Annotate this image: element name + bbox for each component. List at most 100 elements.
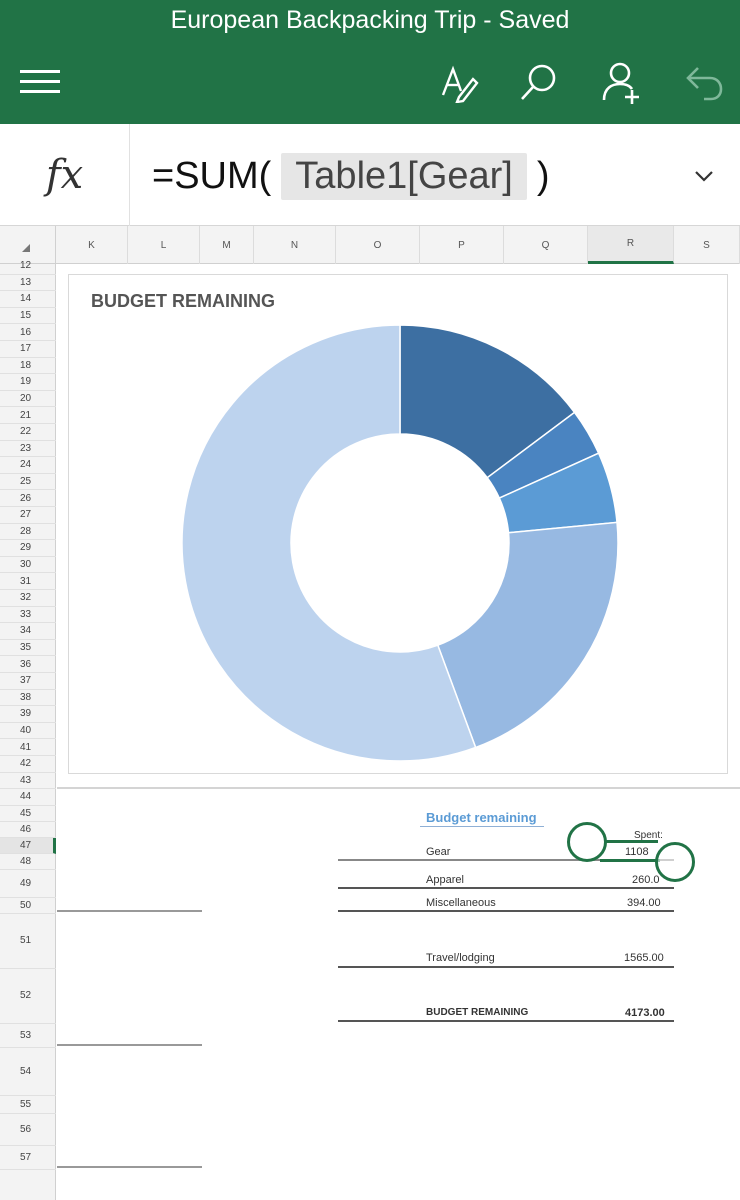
draw-button[interactable] [434,58,482,106]
undo-button[interactable] [680,58,728,106]
row-header-18[interactable]: 18 [0,358,56,375]
chart-bottom-divider [57,787,740,789]
expand-formula-button[interactable] [688,160,720,192]
row-border [338,910,674,912]
cell-border [57,910,202,912]
row-header-19[interactable]: 19 [0,374,56,391]
table-total-value[interactable]: 4173.00 [625,1007,665,1019]
row-header-35[interactable]: 35 [0,640,56,657]
add-person-icon [602,62,639,104]
row-header-12[interactable]: 12 [0,258,56,275]
donut-chart[interactable]: BUDGET REMAINING [68,274,728,774]
table-row-value[interactable]: 1108 [625,846,649,858]
selection-end-handle[interactable] [655,842,695,882]
row-header-36[interactable]: 36 [0,656,56,673]
table-total-label[interactable]: BUDGET REMAINING [426,1007,528,1018]
row-header-52[interactable]: 52 [0,969,56,1024]
column-header-M[interactable]: M [200,226,254,264]
formula-input[interactable]: =SUM( Table1[Gear] ) [152,146,550,206]
row-header-46[interactable]: 46 [0,822,56,838]
row-header-57[interactable]: 57 [0,1146,56,1170]
selection-top-edge [606,840,658,843]
column-header-R[interactable]: R [588,226,674,264]
row-header-27[interactable]: 27 [0,507,56,524]
row-header-33[interactable]: 33 [0,607,56,624]
row-header-14[interactable]: 14 [0,291,56,308]
selection-bottom-edge [600,859,660,862]
row-header-20[interactable]: 20 [0,391,56,408]
column-header-O[interactable]: O [336,226,420,264]
function-icon[interactable]: fx [0,124,130,226]
formula-prefix: =SUM( [152,154,272,197]
table-row-label[interactable]: Apparel [426,874,464,886]
row-header-43[interactable]: 43 [0,773,56,790]
row-header-34[interactable]: 34 [0,623,56,640]
row-header-39[interactable]: 39 [0,706,56,723]
column-header-S[interactable]: S [674,226,740,264]
table-row-label[interactable]: Miscellaneous [426,897,496,909]
row-header-26[interactable]: 26 [0,490,56,507]
search-icon [521,64,556,100]
row-border [338,887,674,889]
column-header-Q[interactable]: Q [504,226,588,264]
column-header-N[interactable]: N [254,226,336,264]
column-header-P[interactable]: P [420,226,504,264]
row-header-30[interactable]: 30 [0,557,56,574]
row-header-22[interactable]: 22 [0,424,56,441]
row-header-15[interactable]: 15 [0,308,56,325]
row-header-44[interactable]: 44 [0,789,56,806]
row-header-32[interactable]: 32 [0,590,56,607]
chevron-down-icon [695,171,713,182]
column-headers: KLMNOPQRS [0,226,740,264]
document-title: European Backpacking Trip - Saved [170,6,570,34]
menu-button[interactable] [16,58,64,106]
row-header-25[interactable]: 25 [0,474,56,491]
selection-start-handle[interactable] [567,822,607,862]
row-header-13[interactable]: 13 [0,275,56,292]
row-header-28[interactable]: 28 [0,524,56,541]
row-headers: 12 13 14 15 16 17 18 19 20 21 22 23 24 25 26 27 28 29 30 31… [0,260,56,1200]
column-header-L[interactable]: L [128,226,200,264]
chart-plot [181,324,619,762]
hamburger-menu-icon [20,70,60,93]
share-button[interactable] [598,58,646,106]
table-row-value[interactable]: 1565.00 [624,952,664,964]
table-row-value[interactable]: 260.0 [632,874,660,886]
table-row-label[interactable]: Gear [426,846,450,858]
row-header-48[interactable]: 48 [0,854,56,870]
table-title: Budget remaining [426,810,537,825]
row-header-55[interactable]: 55 [0,1096,56,1114]
row-header-54[interactable]: 54 [0,1048,56,1096]
row-header-41[interactable]: 41 [0,739,56,756]
row-header-38[interactable]: 38 [0,690,56,707]
row-header-31[interactable]: 31 [0,573,56,590]
row-header-17[interactable]: 17 [0,341,56,358]
row-header-23[interactable]: 23 [0,441,56,458]
row-header-47[interactable]: 47 [0,837,56,854]
row-header-49[interactable]: 49 [0,870,56,898]
row-header-24[interactable]: 24 [0,457,56,474]
column-header-K[interactable]: K [56,226,128,264]
row-header-56[interactable]: 56 [0,1114,56,1146]
undo-icon [686,67,723,101]
row-header-29[interactable]: 29 [0,540,56,557]
row-header-50[interactable]: 50 [0,898,56,914]
row-header-42[interactable]: 42 [0,756,56,773]
row-header-51[interactable]: 51 [0,914,56,969]
formula-bar: fx =SUM( Table1[Gear] ) [0,124,740,226]
app-bar: European Backpacking Trip - Saved [0,0,740,124]
row-border [338,966,674,968]
row-header-45[interactable]: 45 [0,806,56,822]
row-border [338,1020,674,1022]
row-header-40[interactable]: 40 [0,723,56,740]
search-button[interactable] [514,58,562,106]
table-row-value[interactable]: 394.00 [627,897,661,909]
row-header-37[interactable]: 37 [0,673,56,690]
table-row-label[interactable]: Travel/lodging [426,952,495,964]
table-title-underline [420,826,544,827]
formula-reference: Table1[Gear] [281,152,527,200]
row-header-21[interactable]: 21 [0,407,56,424]
row-header-53[interactable]: 53 [0,1024,56,1048]
row-header-16[interactable]: 16 [0,324,56,341]
pie-slice-travel-lodging[interactable] [436,521,619,749]
